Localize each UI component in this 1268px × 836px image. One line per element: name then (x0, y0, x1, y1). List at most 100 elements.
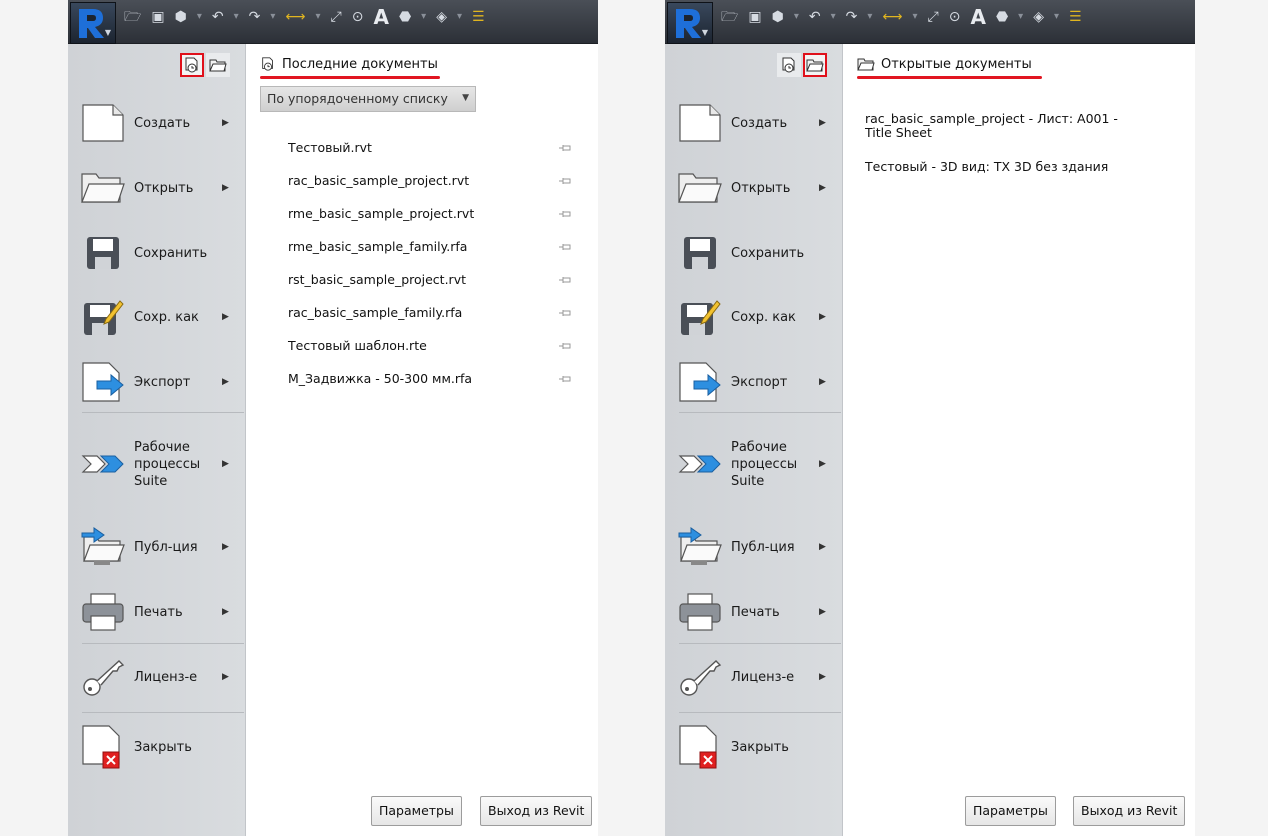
recent-document-item[interactable]: rme_basic_sample_project.rvt (288, 206, 548, 221)
panel-title-text: Открытые документы (881, 56, 1032, 72)
dropdown-icon[interactable]: ▾ (912, 8, 917, 26)
pin-icon[interactable] (558, 308, 572, 318)
menu-item-save[interactable]: Сохранить (78, 228, 238, 278)
recent-document-item[interactable]: rme_basic_sample_family.rfa (288, 239, 548, 254)
menu-item-save-as[interactable]: Сохр. как ▶ (78, 292, 238, 342)
text-icon[interactable]: A (373, 7, 388, 27)
open-folder-icon[interactable]: 🗁 (124, 8, 141, 26)
save-as-icon (78, 292, 128, 342)
menu-label-suite-workflows: Рабочие процессы Suite (134, 439, 220, 490)
submenu-arrow-icon: ▶ (222, 183, 229, 193)
menu-item-publish[interactable]: Публ-ция ▶ (78, 522, 238, 572)
menu-item-open[interactable]: Открыть ▶ (78, 163, 238, 213)
text-icon[interactable]: A (970, 7, 985, 27)
pin-icon[interactable] (558, 176, 572, 186)
dropdown-icon[interactable]: ▾ (867, 8, 872, 26)
open-document-item[interactable]: rac_basic_sample_project - Лист: A001 - … (865, 112, 1155, 140)
key-icon (78, 652, 128, 702)
undo-icon[interactable]: ↶ (212, 8, 224, 26)
open-document-item[interactable]: Тестовый - 3D вид: TX 3D без здания (865, 160, 1155, 174)
open-documents-toggle[interactable] (206, 53, 230, 77)
menu-item-licensing[interactable]: Лиценз-е ▶ (675, 652, 835, 702)
dropdown-icon[interactable]: ▾ (421, 8, 426, 26)
menu-item-save[interactable]: Сохранить (675, 228, 835, 278)
options-button[interactable]: Параметры (371, 796, 462, 826)
pin-icon[interactable] (558, 275, 572, 285)
save-icon[interactable]: ▣ (748, 8, 761, 26)
menu-label-licensing: Лиценз-е (731, 669, 795, 685)
menu-item-close[interactable]: Закрыть (78, 722, 238, 772)
dimension-icon[interactable]: ⤢ (331, 8, 342, 26)
sort-order-dropdown[interactable]: По упорядоченному списку ▼ (260, 86, 476, 112)
recent-document-item[interactable]: Тестовый шаблон.rte (288, 338, 548, 353)
menu-divider (679, 643, 841, 644)
menu-item-suite-workflows[interactable]: Рабочие процессы Suite ▶ (675, 432, 835, 496)
menu-item-publish[interactable]: Публ-ция ▶ (675, 522, 835, 572)
menu-item-print[interactable]: Печать ▶ (78, 587, 238, 637)
menu-item-open[interactable]: Открыть ▶ (675, 163, 835, 213)
redo-icon[interactable]: ↷ (249, 8, 261, 26)
submenu-arrow-icon: ▶ (819, 672, 826, 682)
recent-documents-icon (782, 57, 795, 73)
options-button[interactable]: Параметры (965, 796, 1056, 826)
pin-icon[interactable] (558, 209, 572, 219)
3d-view-icon[interactable]: ⬣ (996, 8, 1008, 26)
pin-icon[interactable] (558, 374, 572, 384)
measure-icon[interactable]: ⟷ (285, 8, 305, 26)
recent-document-item[interactable]: rst_basic_sample_project.rvt (288, 272, 548, 287)
menu-item-create[interactable]: Создать ▶ (78, 98, 238, 148)
recent-document-item[interactable]: M_Задвижка - 50-300 мм.rfa (288, 371, 548, 386)
menu-item-export[interactable]: Экспорт ▶ (675, 357, 835, 407)
sync-icon[interactable]: ⬢ (772, 8, 784, 26)
dropdown-icon[interactable]: ▾ (457, 8, 462, 26)
dropdown-icon[interactable]: ▾ (794, 8, 799, 26)
open-folder-icon[interactable]: 🗁 (721, 8, 738, 26)
save-icon[interactable]: ▣ (151, 8, 164, 26)
menu-item-create[interactable]: Создать ▶ (675, 98, 835, 148)
thin-lines-icon[interactable]: ☰ (1069, 8, 1082, 26)
application-menu-button[interactable]: ▼ (667, 2, 713, 44)
pin-icon[interactable] (558, 242, 572, 252)
dimension-icon[interactable]: ⤢ (928, 8, 939, 26)
recent-document-item[interactable]: rac_basic_sample_project.rvt (288, 173, 548, 188)
pin-icon[interactable] (558, 341, 572, 351)
menu-item-export[interactable]: Экспорт ▶ (78, 357, 238, 407)
menu-label-licensing: Лиценз-е (134, 669, 198, 685)
menu-label-open: Открыть (134, 180, 194, 196)
exit-revit-button[interactable]: Выход из Revit (1073, 796, 1186, 826)
dropdown-icon[interactable]: ▾ (234, 8, 239, 26)
redo-icon[interactable]: ↷ (846, 8, 858, 26)
undo-icon[interactable]: ↶ (809, 8, 821, 26)
menu-item-save-as[interactable]: Сохр. как ▶ (675, 292, 835, 342)
sync-icon[interactable]: ⬢ (175, 8, 187, 26)
application-menu-button[interactable]: ▼ (70, 2, 116, 44)
recent-document-item[interactable]: Тестовый.rvt (288, 140, 548, 155)
open-documents-toggle[interactable] (803, 53, 827, 77)
section-icon[interactable]: ◈ (436, 8, 447, 26)
recent-documents-toggle[interactable] (777, 53, 801, 77)
menu-item-print[interactable]: Печать ▶ (675, 587, 835, 637)
exit-revit-button[interactable]: Выход из Revit (480, 796, 593, 826)
measure-icon[interactable]: ⟷ (882, 8, 902, 26)
menu-item-close[interactable]: Закрыть (675, 722, 835, 772)
dropdown-icon[interactable]: ▾ (1018, 8, 1023, 26)
dropdown-icon[interactable]: ▾ (831, 8, 836, 26)
recent-documents-toggle[interactable] (180, 53, 204, 77)
panel-title-text: Последние документы (282, 56, 438, 72)
section-icon[interactable]: ◈ (1033, 8, 1044, 26)
pin-icon[interactable] (558, 143, 572, 153)
tag-icon[interactable]: ⊙ (352, 8, 364, 26)
menu-item-licensing[interactable]: Лиценз-е ▶ (78, 652, 238, 702)
dropdown-icon[interactable]: ▾ (197, 8, 202, 26)
dropdown-icon[interactable]: ▾ (315, 8, 320, 26)
dropdown-icon[interactable]: ▾ (270, 8, 275, 26)
key-icon (675, 652, 725, 702)
recent-document-item[interactable]: rac_basic_sample_family.rfa (288, 305, 548, 320)
tag-icon[interactable]: ⊙ (949, 8, 961, 26)
recent-documents-icon (185, 57, 198, 73)
dropdown-icon[interactable]: ▾ (1054, 8, 1059, 26)
menu-item-suite-workflows[interactable]: Рабочие процессы Suite ▶ (78, 432, 238, 496)
3d-view-icon[interactable]: ⬣ (399, 8, 411, 26)
thin-lines-icon[interactable]: ☰ (472, 8, 485, 26)
suite-workflows-line-2: процессы (731, 456, 798, 472)
